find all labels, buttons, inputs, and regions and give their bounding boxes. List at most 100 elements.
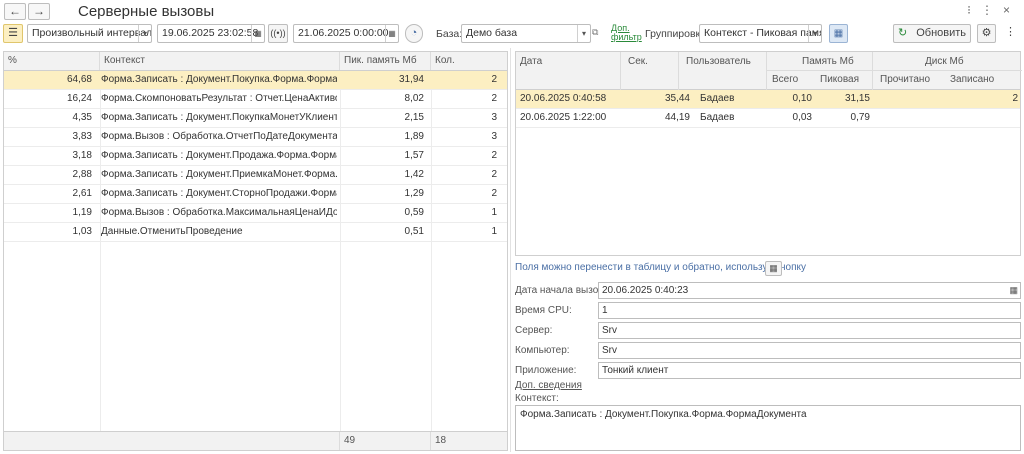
table-row[interactable]: 2,88 Форма.Записать : Документ.ПриемкаМон…: [4, 166, 507, 185]
grid-icon: ▦: [833, 28, 844, 39]
cell-count: 3: [491, 131, 497, 142]
grouping-select[interactable]: Контекст - Пиковая память ▾: [699, 24, 822, 43]
cell-mem: 1,42: [404, 169, 424, 180]
date-from-field[interactable]: 19.06.2025 23:02:58 ▦: [157, 24, 265, 43]
cell-count: 2: [491, 169, 497, 180]
table-row[interactable]: 1,19 Форма.Вызов : Обработка.Максимальная…: [4, 204, 507, 223]
cpu-field[interactable]: 1: [598, 302, 1021, 319]
arrow-right-icon: →: [33, 4, 45, 18]
col-header-count[interactable]: Кол.: [431, 52, 507, 70]
col-header-user[interactable]: Пользователь: [682, 56, 751, 67]
server-label: Сервер:: [515, 325, 553, 336]
calls-table: Дата Сек. Пользователь Память Мб Всего П…: [515, 51, 1022, 256]
cell-mem: 1,29: [404, 188, 424, 199]
calendar-icon[interactable]: ▦: [251, 25, 264, 42]
chevron-down-icon: ▾: [577, 25, 590, 42]
app-label: Приложение:: [515, 365, 577, 376]
menu-button[interactable]: ☰: [3, 24, 23, 43]
forward-button[interactable]: →: [28, 3, 50, 20]
cell-count: 3: [491, 112, 497, 123]
cell-context: Форма.Записать : Документ.ПокупкаМонетУК…: [101, 112, 337, 123]
table-row[interactable]: 20.06.2025 1:22:00 44,19 Бадаев 0,03 0,79: [516, 109, 1020, 128]
cell-read: [876, 109, 946, 127]
page-title: Серверные вызовы: [78, 3, 215, 20]
table-row[interactable]: 4,35 Форма.Записать : Документ.ПокупкаМон…: [4, 109, 507, 128]
server-field[interactable]: Srv: [598, 322, 1021, 339]
back-button[interactable]: ←: [4, 3, 26, 20]
col-header-sec[interactable]: Сек.: [624, 56, 648, 67]
cell-peak: 31,15: [844, 93, 870, 104]
title-bar: ← → Серверные вызовы ⁝⋮×: [0, 0, 1024, 22]
col-header-mem[interactable]: Пик. память Мб: [340, 52, 431, 70]
refresh-button[interactable]: ↻ Обновить: [893, 24, 971, 43]
cell-context: Форма.СкомпоноватьРезультат : Отчет.Цена…: [101, 93, 337, 104]
cell-read: [876, 90, 946, 108]
table-row[interactable]: 3,18 Форма.Записать : Документ.Продажа.Фо…: [4, 147, 507, 166]
cell-count: 1: [491, 226, 497, 237]
cell-total: 0,10: [792, 93, 812, 104]
cpu-label: Время CPU:: [515, 305, 572, 316]
context-table: % Контекст Пик. память Мб Кол. 64,68 Форм…: [3, 51, 508, 451]
period-toggle-button[interactable]: ((•)): [268, 24, 288, 43]
cell-written: [946, 109, 1018, 127]
base-select[interactable]: Демо база ▾: [461, 24, 591, 43]
cell-pct: 1,19: [72, 207, 92, 218]
toolbar: ☰ Произвольный интервал ▾ 19.06.2025 23:…: [0, 22, 1024, 44]
cell-context: Форма.Вызов : Обработка.ОтчетПоДатеДокум…: [101, 131, 337, 142]
start-date-field[interactable]: 20.06.2025 0:40:23 ▦: [598, 282, 1021, 299]
more-icon[interactable]: ⋮: [981, 3, 1003, 17]
col-header-peak[interactable]: Пиковая: [816, 74, 859, 85]
col-header-pct[interactable]: %: [4, 52, 100, 70]
col-header-total[interactable]: Всего: [768, 74, 798, 85]
table-row[interactable]: 20.06.2025 0:40:58 35,44 Бадаев 0,10 31,15 2: [516, 90, 1020, 109]
period-settings-button[interactable]: ◔: [405, 24, 423, 43]
cell-mem: 2,15: [404, 112, 424, 123]
calendar-icon[interactable]: ▦: [1009, 283, 1018, 298]
date-to-field[interactable]: 21.06.2025 0:00:00 ▦: [293, 24, 399, 43]
col-header-disk-group: Диск Мб: [925, 56, 964, 67]
panel-splitter[interactable]: [510, 48, 511, 452]
gear-button[interactable]: ⚙: [977, 24, 996, 43]
cell-context: Форма.Записать : Документ.СторноПродажи.…: [101, 188, 337, 199]
table-row[interactable]: 16,24 Форма.СкомпоноватьРезультат : Отчет…: [4, 90, 507, 109]
table-row[interactable]: 3,83 Форма.Вызов : Обработка.ОтчетПоДатеД…: [4, 128, 507, 147]
table-row[interactable]: 2,61 Форма.Записать : Документ.СторноПрод…: [4, 185, 507, 204]
cell-count: 2: [491, 188, 497, 199]
cell-mem: 1,57: [404, 150, 424, 161]
context-textarea[interactable]: Форма.Записать : Документ.Покупка.Форма.…: [515, 405, 1021, 451]
col-header-read[interactable]: Прочитано: [876, 74, 930, 85]
cell-mem: 0,59: [404, 207, 424, 218]
computer-field[interactable]: Srv: [598, 342, 1021, 359]
footer-mem-total: 49: [340, 432, 431, 450]
close-icon[interactable]: ×: [1003, 3, 1020, 17]
calls-table-header: Дата Сек. Пользователь Память Мб Всего П…: [516, 52, 1022, 90]
hamburger-icon: ☰: [8, 27, 18, 39]
col-header-written[interactable]: Записано: [946, 74, 994, 85]
cell-context: Форма.Записать : Документ.ПриемкаМонет.Ф…: [101, 169, 337, 180]
extra-filter-link[interactable]: Доп. фильтр: [611, 24, 642, 42]
cell-context: Форма.Вызов : Обработка.МаксимальнаяЦена…: [101, 207, 337, 218]
cell-peak: 0,79: [850, 112, 870, 123]
table-row[interactable]: 64,68 Форма.Записать : Документ.Покупка.Ф…: [4, 71, 507, 90]
cell-sec: 44,19: [664, 112, 690, 123]
cell-count: 2: [491, 74, 497, 85]
more-info-link[interactable]: Доп. сведения: [515, 380, 582, 391]
link-icon[interactable]: ⁝: [967, 3, 981, 17]
more-button[interactable]: ⋮: [1001, 24, 1020, 43]
cell-count: 2: [491, 93, 497, 104]
app-field[interactable]: Тонкий клиент: [598, 362, 1021, 379]
cell-mem: 8,02: [404, 93, 424, 104]
cell-context: Форма.Записать : Документ.Продажа.Форма.…: [101, 150, 337, 161]
col-header-context[interactable]: Контекст: [100, 52, 340, 70]
cell-context: Форма.Записать : Документ.Покупка.Форма.…: [101, 74, 337, 85]
calendar-icon[interactable]: ▦: [385, 25, 398, 42]
open-icon[interactable]: ⧉: [592, 27, 598, 38]
col-header-date[interactable]: Дата: [516, 56, 542, 67]
table-row[interactable]: 1,03 Данные.ОтменитьПроведение 0,51 1: [4, 223, 507, 242]
settings-grid-button[interactable]: ▦: [829, 24, 848, 43]
grid-icon: ▦: [769, 263, 778, 273]
move-fields-button[interactable]: ▦: [765, 261, 782, 276]
period-select[interactable]: Произвольный интервал ▾: [27, 24, 152, 43]
cell-pct: 4,35: [72, 112, 92, 123]
cell-user: Бадаев: [700, 93, 735, 104]
